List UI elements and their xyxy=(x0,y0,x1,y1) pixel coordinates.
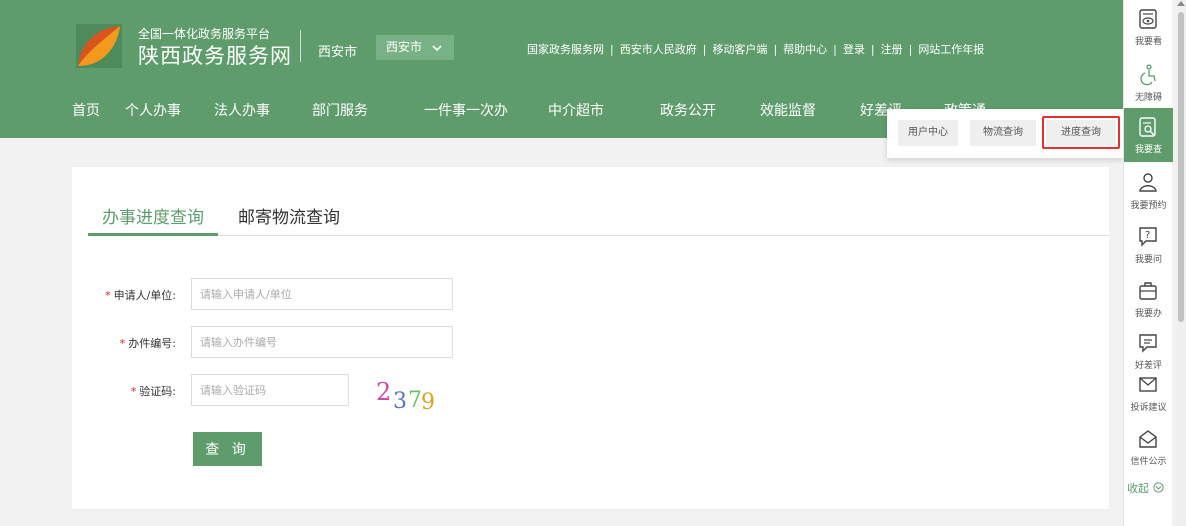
comment-icon xyxy=(1139,334,1157,353)
sidebar-item-handle[interactable]: 我要办 xyxy=(1124,272,1173,324)
query-tabs: 办事进度查询 邮寄物流查询 xyxy=(88,203,1109,236)
person-icon xyxy=(1139,173,1157,192)
svg-text:?: ? xyxy=(1145,230,1150,241)
link-annual-report[interactable]: 网站工作年报 xyxy=(918,41,984,57)
nav-one-thing-once[interactable]: 一件事一次办 xyxy=(424,100,508,120)
nav-gov-disclosure[interactable]: 政务公开 xyxy=(660,100,716,120)
link-separator: | xyxy=(610,42,614,56)
link-register[interactable]: 注册 xyxy=(881,41,903,57)
link-mobile-client[interactable]: 移动客户端 xyxy=(712,41,767,57)
sidebar-item-ask[interactable]: ? 我要问 xyxy=(1124,218,1173,270)
query-dropdown: 用户中心 物流查询 进度查询 xyxy=(887,109,1123,158)
right-sidebar: 我要看 无障碍 我要查 我要预约 ? 我要问 我要办 好差评 投诉建议 信件公示 xyxy=(1123,0,1173,526)
link-separator: | xyxy=(702,42,707,56)
nav-efficiency-supervision[interactable]: 效能监督 xyxy=(760,100,816,120)
sidebar-item-label: 我要查 xyxy=(1134,145,1162,155)
current-city: 西安市 xyxy=(318,45,358,60)
nav-department-services[interactable]: 部门服务 xyxy=(312,100,368,120)
link-separator: | xyxy=(908,42,913,56)
captcha-label: * 验证码: xyxy=(131,383,176,399)
dropdown-logistics-query[interactable]: 物流查询 xyxy=(970,120,1036,146)
captcha-digit: 2 xyxy=(376,378,391,406)
active-tab-indicator xyxy=(88,233,218,236)
applicant-label: * 申请人/单位: xyxy=(105,287,176,303)
link-help-center[interactable]: 帮助中心 xyxy=(783,41,827,57)
brand-title[interactable]: 陕西政务服务网 xyxy=(138,40,292,70)
tab-progress-query[interactable]: 办事进度查询 xyxy=(102,203,204,228)
required-mark: * xyxy=(119,337,126,350)
briefcase-icon xyxy=(1139,282,1157,300)
tab-mail-logistics-query[interactable]: 邮寄物流查询 xyxy=(238,203,340,228)
nav-home[interactable]: 首页 xyxy=(72,100,100,120)
required-mark: * xyxy=(105,289,111,302)
sidebar-collapse-button[interactable]: 收起 xyxy=(1127,480,1164,496)
open-mail-icon xyxy=(1139,430,1157,448)
sidebar-item-query[interactable]: 我要查 xyxy=(1124,108,1173,162)
case-number-label: * 办件编号: xyxy=(120,335,176,351)
search-doc-icon xyxy=(1139,117,1156,137)
chevron-circle-down-icon xyxy=(1152,482,1164,493)
captcha-input[interactable] xyxy=(191,374,349,406)
case-number-input[interactable] xyxy=(191,326,453,358)
link-xian-gov[interactable]: 西安市人民政府 xyxy=(620,41,697,57)
sidebar-item-label: 投诉建议 xyxy=(1130,403,1167,413)
nav-corporate-affairs[interactable]: 法人办事 xyxy=(214,100,270,120)
chevron-down-icon xyxy=(432,44,442,51)
sidebar-item-label: 无障碍 xyxy=(1134,93,1162,103)
mail-icon xyxy=(1139,377,1157,392)
captcha-label-text: 验证码: xyxy=(139,385,176,398)
top-links: 国家政务服务网 | 西安市人民政府 | 移动客户端 | 帮助中心 | 登录 | … xyxy=(527,41,984,57)
link-separator: | xyxy=(773,42,778,56)
nav-agency-market[interactable]: 中介超市 xyxy=(548,100,604,120)
sidebar-item-appointment[interactable]: 我要预约 xyxy=(1124,164,1173,216)
captcha-digit: 9 xyxy=(421,390,435,414)
question-icon: ? xyxy=(1139,227,1157,247)
eye-icon xyxy=(1139,9,1157,29)
sidebar-item-label: 我要办 xyxy=(1134,309,1162,319)
link-login[interactable]: 登录 xyxy=(843,41,865,57)
query-submit-button[interactable]: 查 询 xyxy=(193,432,262,466)
city-selector-label: 西安市 xyxy=(386,40,423,54)
applicant-row: * 申请人/单位: xyxy=(72,278,472,310)
dropdown-user-center[interactable]: 用户中心 xyxy=(898,120,958,146)
dropdown-progress-query[interactable]: 进度查询 xyxy=(1046,120,1116,146)
sidebar-item-label: 我要问 xyxy=(1134,255,1162,265)
scrollbar-thumb[interactable] xyxy=(1178,12,1184,322)
collapse-label: 收起 xyxy=(1127,482,1149,495)
captcha-digit: 3 xyxy=(393,389,407,414)
link-separator: | xyxy=(870,42,875,56)
query-card: 办事进度查询 邮寄物流查询 *申请人/单位: *办件编号: *验证码: 2 3 … xyxy=(72,167,1109,509)
case-number-label-text: 办件编号: xyxy=(128,337,176,350)
required-mark: * xyxy=(130,385,137,398)
link-national-gov-service[interactable]: 国家政务服务网 xyxy=(527,41,604,57)
applicant-label-text: 申请人/单位: xyxy=(113,289,176,302)
sidebar-item-label: 我要预约 xyxy=(1130,201,1167,211)
sidebar-item-label: 信件公示 xyxy=(1130,457,1167,467)
site-logo[interactable] xyxy=(76,24,122,68)
city-selector[interactable]: 西安市 xyxy=(376,35,454,60)
scroll-up-arrow-icon[interactable] xyxy=(1177,1,1185,6)
sidebar-item-accessibility[interactable]: 无障碍 xyxy=(1124,56,1173,108)
sidebar-item-watch[interactable]: 我要看 xyxy=(1124,0,1173,52)
brand-divider xyxy=(300,30,301,62)
applicant-input[interactable] xyxy=(191,278,453,310)
captcha-image[interactable]: 2 3 7 9 xyxy=(374,374,444,414)
captcha-digit: 7 xyxy=(408,388,422,413)
sidebar-item-label: 我要看 xyxy=(1134,37,1162,47)
link-separator: | xyxy=(833,42,837,56)
sidebar-item-complaint[interactable]: 投诉建议 xyxy=(1124,366,1173,418)
accessibility-icon xyxy=(1140,64,1156,86)
nav-personal-affairs[interactable]: 个人办事 xyxy=(125,100,181,120)
case-number-row: * 办件编号: xyxy=(72,326,472,358)
sidebar-item-letters[interactable]: 信件公示 xyxy=(1124,420,1173,472)
